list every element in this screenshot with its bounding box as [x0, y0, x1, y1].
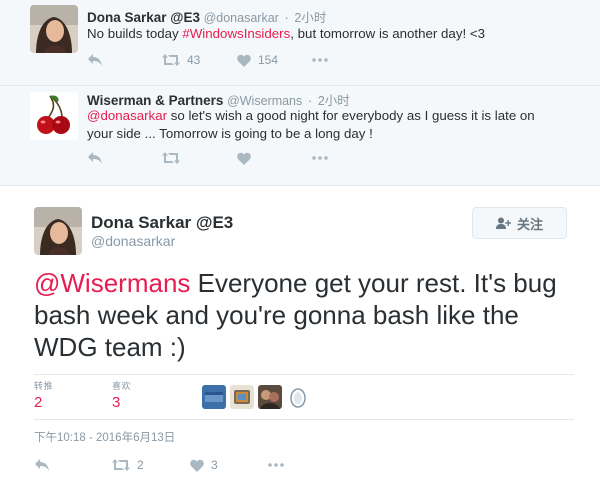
reply-button[interactable]	[34, 458, 112, 472]
like-button[interactable]: 3	[190, 458, 268, 472]
reply-button[interactable]	[87, 53, 162, 67]
like-button[interactable]: 154	[237, 53, 312, 67]
retweet-button[interactable]: 2	[112, 458, 190, 472]
retweet-icon	[112, 459, 130, 471]
tweet-header: Dona Sarkar @E3 @donasarkar · 2小时	[87, 7, 326, 26]
tweet-actions	[87, 149, 328, 167]
tweet-actions: 43 154	[87, 51, 328, 69]
more-button[interactable]	[268, 463, 284, 467]
retweet-button[interactable]	[162, 152, 237, 164]
author-name[interactable]: Wiserman & Partners	[87, 93, 223, 108]
avatar[interactable]	[30, 92, 78, 140]
retweet-icon	[162, 152, 180, 164]
tweet-timestamp[interactable]: 下午10:18 - 2016年6月13日	[34, 429, 175, 445]
retweet-count: 2	[137, 458, 144, 472]
avatar[interactable]	[30, 5, 78, 53]
liker-avatar[interactable]	[202, 385, 226, 409]
more-button[interactable]	[312, 156, 328, 160]
author-handle[interactable]: @donasarkar	[91, 233, 175, 249]
retweet-button[interactable]: 43	[162, 53, 237, 67]
more-icon	[268, 463, 284, 467]
author-handle[interactable]: @donasarkar	[204, 11, 279, 25]
retweet-stat-value: 2	[34, 394, 43, 411]
tweet-text-part: , but tomorrow is another day! <3	[290, 26, 486, 41]
like-count: 3	[211, 458, 218, 472]
reply-icon	[35, 459, 49, 471]
like-icon	[190, 459, 204, 472]
like-count: 154	[258, 53, 279, 67]
like-stat-label: 喜欢	[112, 381, 132, 391]
like-button[interactable]	[237, 152, 312, 165]
retweet-icon	[162, 54, 180, 66]
mention-link[interactable]: @donasarkar	[87, 108, 167, 123]
like-icon	[237, 54, 251, 67]
tweet-time[interactable]: 2小时	[318, 94, 350, 108]
hashtag-link[interactable]: #WindowsInsiders	[182, 26, 290, 41]
mention-link[interactable]: @Wisermans	[34, 268, 190, 298]
tweet-stats: 转推 2 喜欢 3	[34, 374, 574, 420]
tweet-text: No builds today #WindowsInsiders, but to…	[87, 25, 557, 43]
like-stat-value: 3	[112, 394, 121, 411]
follow-label: 关注	[516, 216, 543, 232]
like-stat[interactable]: 喜欢 3	[112, 379, 131, 411]
permalink-tweet: Dona Sarkar @E3 @donasarkar 关注 @Wiserman…	[0, 187, 600, 498]
author-handle[interactable]: @Wisermans	[227, 94, 302, 108]
separator: ·	[284, 10, 289, 25]
like-icon	[237, 152, 251, 165]
more-button[interactable]	[312, 58, 328, 62]
tweet-time[interactable]: 2小时	[294, 11, 326, 25]
thread-tweet[interactable]: Wiserman & Partners @Wisermans · 2小时 @do…	[0, 86, 600, 180]
follow-button[interactable]: 关注	[472, 207, 567, 239]
avatar[interactable]	[34, 207, 82, 255]
liker-avatar[interactable]	[258, 385, 282, 409]
follow-user-icon	[495, 217, 511, 229]
tweet-text: @Wisermans Everyone get your rest. It's …	[34, 267, 574, 363]
more-icon	[312, 156, 328, 160]
separator: ·	[307, 93, 313, 108]
conversation-thread: Dona Sarkar @E3 @donasarkar · 2小时 No bui…	[0, 0, 600, 186]
tweet-text: @donasarkar so let's wish a good night f…	[87, 107, 557, 143]
reply-button[interactable]	[87, 151, 162, 165]
retweet-stat[interactable]: 转推 2	[34, 379, 53, 411]
author-name[interactable]: Dona Sarkar @E3	[91, 213, 233, 233]
reply-icon	[88, 54, 102, 66]
thread-tweet[interactable]: Dona Sarkar @E3 @donasarkar · 2小时 No bui…	[0, 0, 600, 86]
retweet-count: 43	[187, 53, 201, 67]
reply-icon	[88, 152, 102, 164]
more-icon	[312, 58, 328, 62]
tweet-text-part: No builds today	[87, 26, 183, 41]
liker-avatars	[202, 385, 310, 409]
tweet-actions: 2 3	[34, 458, 284, 472]
retweet-stat-label: 转推	[34, 381, 54, 391]
liker-avatar[interactable]	[286, 385, 310, 409]
liker-avatar[interactable]	[230, 385, 254, 409]
author-name[interactable]: Dona Sarkar @E3	[87, 10, 200, 25]
